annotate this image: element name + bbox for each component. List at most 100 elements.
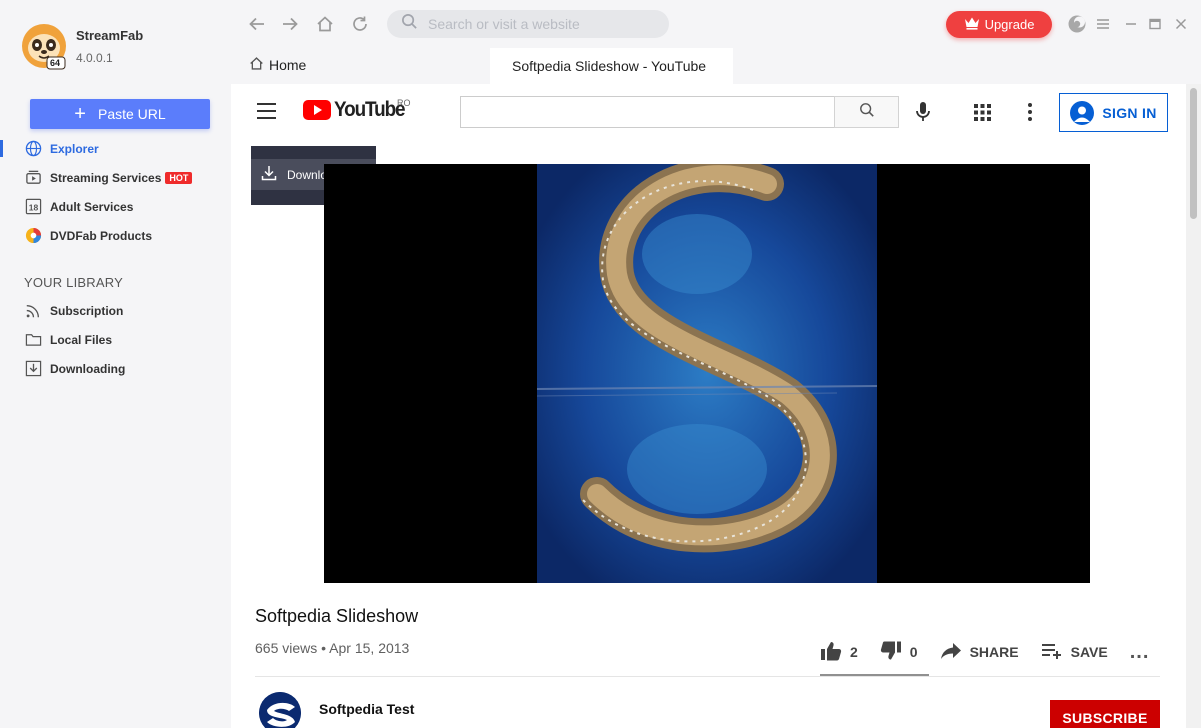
like-count: 2 [850,644,858,660]
share-button[interactable]: SHARE [940,642,1019,663]
youtube-search-input[interactable] [460,96,835,128]
more-vertical-icon[interactable] [1027,102,1033,127]
save-button[interactable]: SAVE [1041,642,1108,663]
minimize-icon[interactable] [1121,14,1141,34]
search-icon [859,102,875,123]
back-arrow-icon[interactable] [247,14,267,34]
refresh-icon[interactable] [350,14,370,34]
browser-content: YouTube RO SIGN IN Download Softpedia Sl… [231,84,1201,728]
upgrade-button[interactable]: Upgrade [946,11,1052,38]
video-actions: 2 0 SHARE SAVE ... [820,637,1171,667]
home-icon [249,56,264,74]
sidebar-item-explorer[interactable]: Explorer [0,134,231,163]
sign-in-label: SIGN IN [1102,104,1157,121]
more-horizontal-icon: ... [1129,641,1150,663]
download-icon [261,165,277,184]
thumbs-up-icon [820,641,842,664]
paste-url-label: Paste URL [97,106,166,122]
adult-18-icon: 18 [24,198,42,216]
sidebar: 64 StreamFab 4.0.0.1 + Paste URL Explore… [0,0,231,728]
like-button[interactable]: 2 [820,641,858,664]
app-name: StreamFab [76,27,144,43]
youtube-play-icon [303,100,331,120]
tab-home[interactable]: Home [249,56,306,74]
dislike-button[interactable]: 0 [880,641,918,664]
apps-grid-icon[interactable] [974,104,991,126]
sidebar-item-label: Streaming Services [50,170,162,185]
scrollbar-thumb[interactable] [1190,88,1197,219]
region-code: RO [397,98,411,108]
hamburger-icon[interactable] [257,103,276,119]
sidebar-item-label: Subscription [50,303,124,318]
folder-icon [24,331,42,349]
youtube-header: YouTube RO SIGN IN [231,84,1186,140]
crown-icon [964,16,980,33]
sidebar-item-label: Explorer [50,141,99,156]
tab-youtube[interactable]: Softpedia Slideshow - YouTube [490,48,733,84]
sidebar-item-adult-services[interactable]: 18 Adult Services [0,192,231,221]
library-list: Subscription Local Files Downloading [0,296,231,383]
sidebar-item-downloading[interactable]: Downloading [0,354,231,383]
download-box-icon [24,360,42,378]
hot-badge: HOT [165,171,193,184]
search-icon [401,13,418,35]
home-icon[interactable] [315,14,335,34]
youtube-search-button[interactable] [834,96,899,128]
video-frame-image [537,164,877,583]
nav-list: Explorer Streaming Services HOT 18 Adult… [0,134,231,250]
save-label: SAVE [1070,644,1108,660]
tab-label: Home [269,57,307,73]
globe-icon [24,140,42,158]
subscribe-button[interactable]: SUBSCRIBE [1050,700,1160,728]
library-heading: YOUR LIBRARY [24,275,123,290]
thumbs-down-icon [880,641,902,664]
video-player[interactable] [324,164,1090,583]
upgrade-label: Upgrade [984,17,1035,32]
brand: 64 StreamFab 4.0.0.1 [20,22,143,70]
video-title: Softpedia Slideshow [255,606,419,626]
streamfab-window: 64 StreamFab 4.0.0.1 + Paste URL Explore… [0,0,1201,728]
address-input[interactable] [428,16,648,32]
rss-icon [24,302,42,320]
play-stack-icon [24,169,42,187]
youtube-wordmark: YouTube [334,98,406,121]
sidebar-item-label: DVDFab Products [50,228,153,243]
share-label: SHARE [969,644,1019,660]
sidebar-item-label: Downloading [50,361,126,376]
youtube-logo[interactable]: YouTube RO [303,98,412,122]
app-version: 4.0.0.1 [76,50,113,65]
theme-toggle-icon[interactable] [1067,14,1087,34]
microphone-icon[interactable] [914,101,932,128]
sign-in-button[interactable]: SIGN IN [1059,93,1168,132]
close-icon[interactable] [1171,14,1191,34]
browser-toolbar: Upgrade [231,0,1201,48]
divider [255,676,1160,677]
streamfab-logo-icon: 64 [20,22,68,70]
dislike-count: 0 [909,644,918,660]
tab-strip: Home Softpedia Slideshow - YouTube [231,48,1201,84]
share-icon [940,642,962,663]
playlist-add-icon [1041,642,1063,663]
forward-arrow-icon[interactable] [280,14,300,34]
channel-avatar[interactable] [259,692,301,728]
sidebar-item-subscription[interactable]: Subscription [0,296,231,325]
user-avatar-icon [1070,100,1095,125]
channel-name[interactable]: Softpedia Test [319,701,414,717]
maximize-icon[interactable] [1145,14,1165,34]
sidebar-item-streaming-services[interactable]: Streaming Services HOT [0,163,231,192]
plus-icon: + [74,103,86,125]
video-meta: 665 views • Apr 15, 2013 [255,640,410,656]
paste-url-button[interactable]: + Paste URL [30,99,210,129]
more-actions-button[interactable]: ... [1129,641,1150,663]
sidebar-item-label: Local Files [50,332,113,347]
tab-label: Softpedia Slideshow - YouTube [512,58,707,74]
sidebar-item-label: Adult Services [50,199,134,214]
svg-text:18: 18 [28,202,38,212]
sidebar-item-dvdfab-products[interactable]: DVDFab Products [0,221,231,250]
arch-badge: 64 [50,58,61,68]
sidebar-item-local-files[interactable]: Local Files [0,325,231,354]
address-bar[interactable] [387,10,669,38]
menu-icon[interactable] [1093,14,1113,34]
scrollbar[interactable] [1186,84,1201,728]
dvdfab-icon [24,227,42,245]
